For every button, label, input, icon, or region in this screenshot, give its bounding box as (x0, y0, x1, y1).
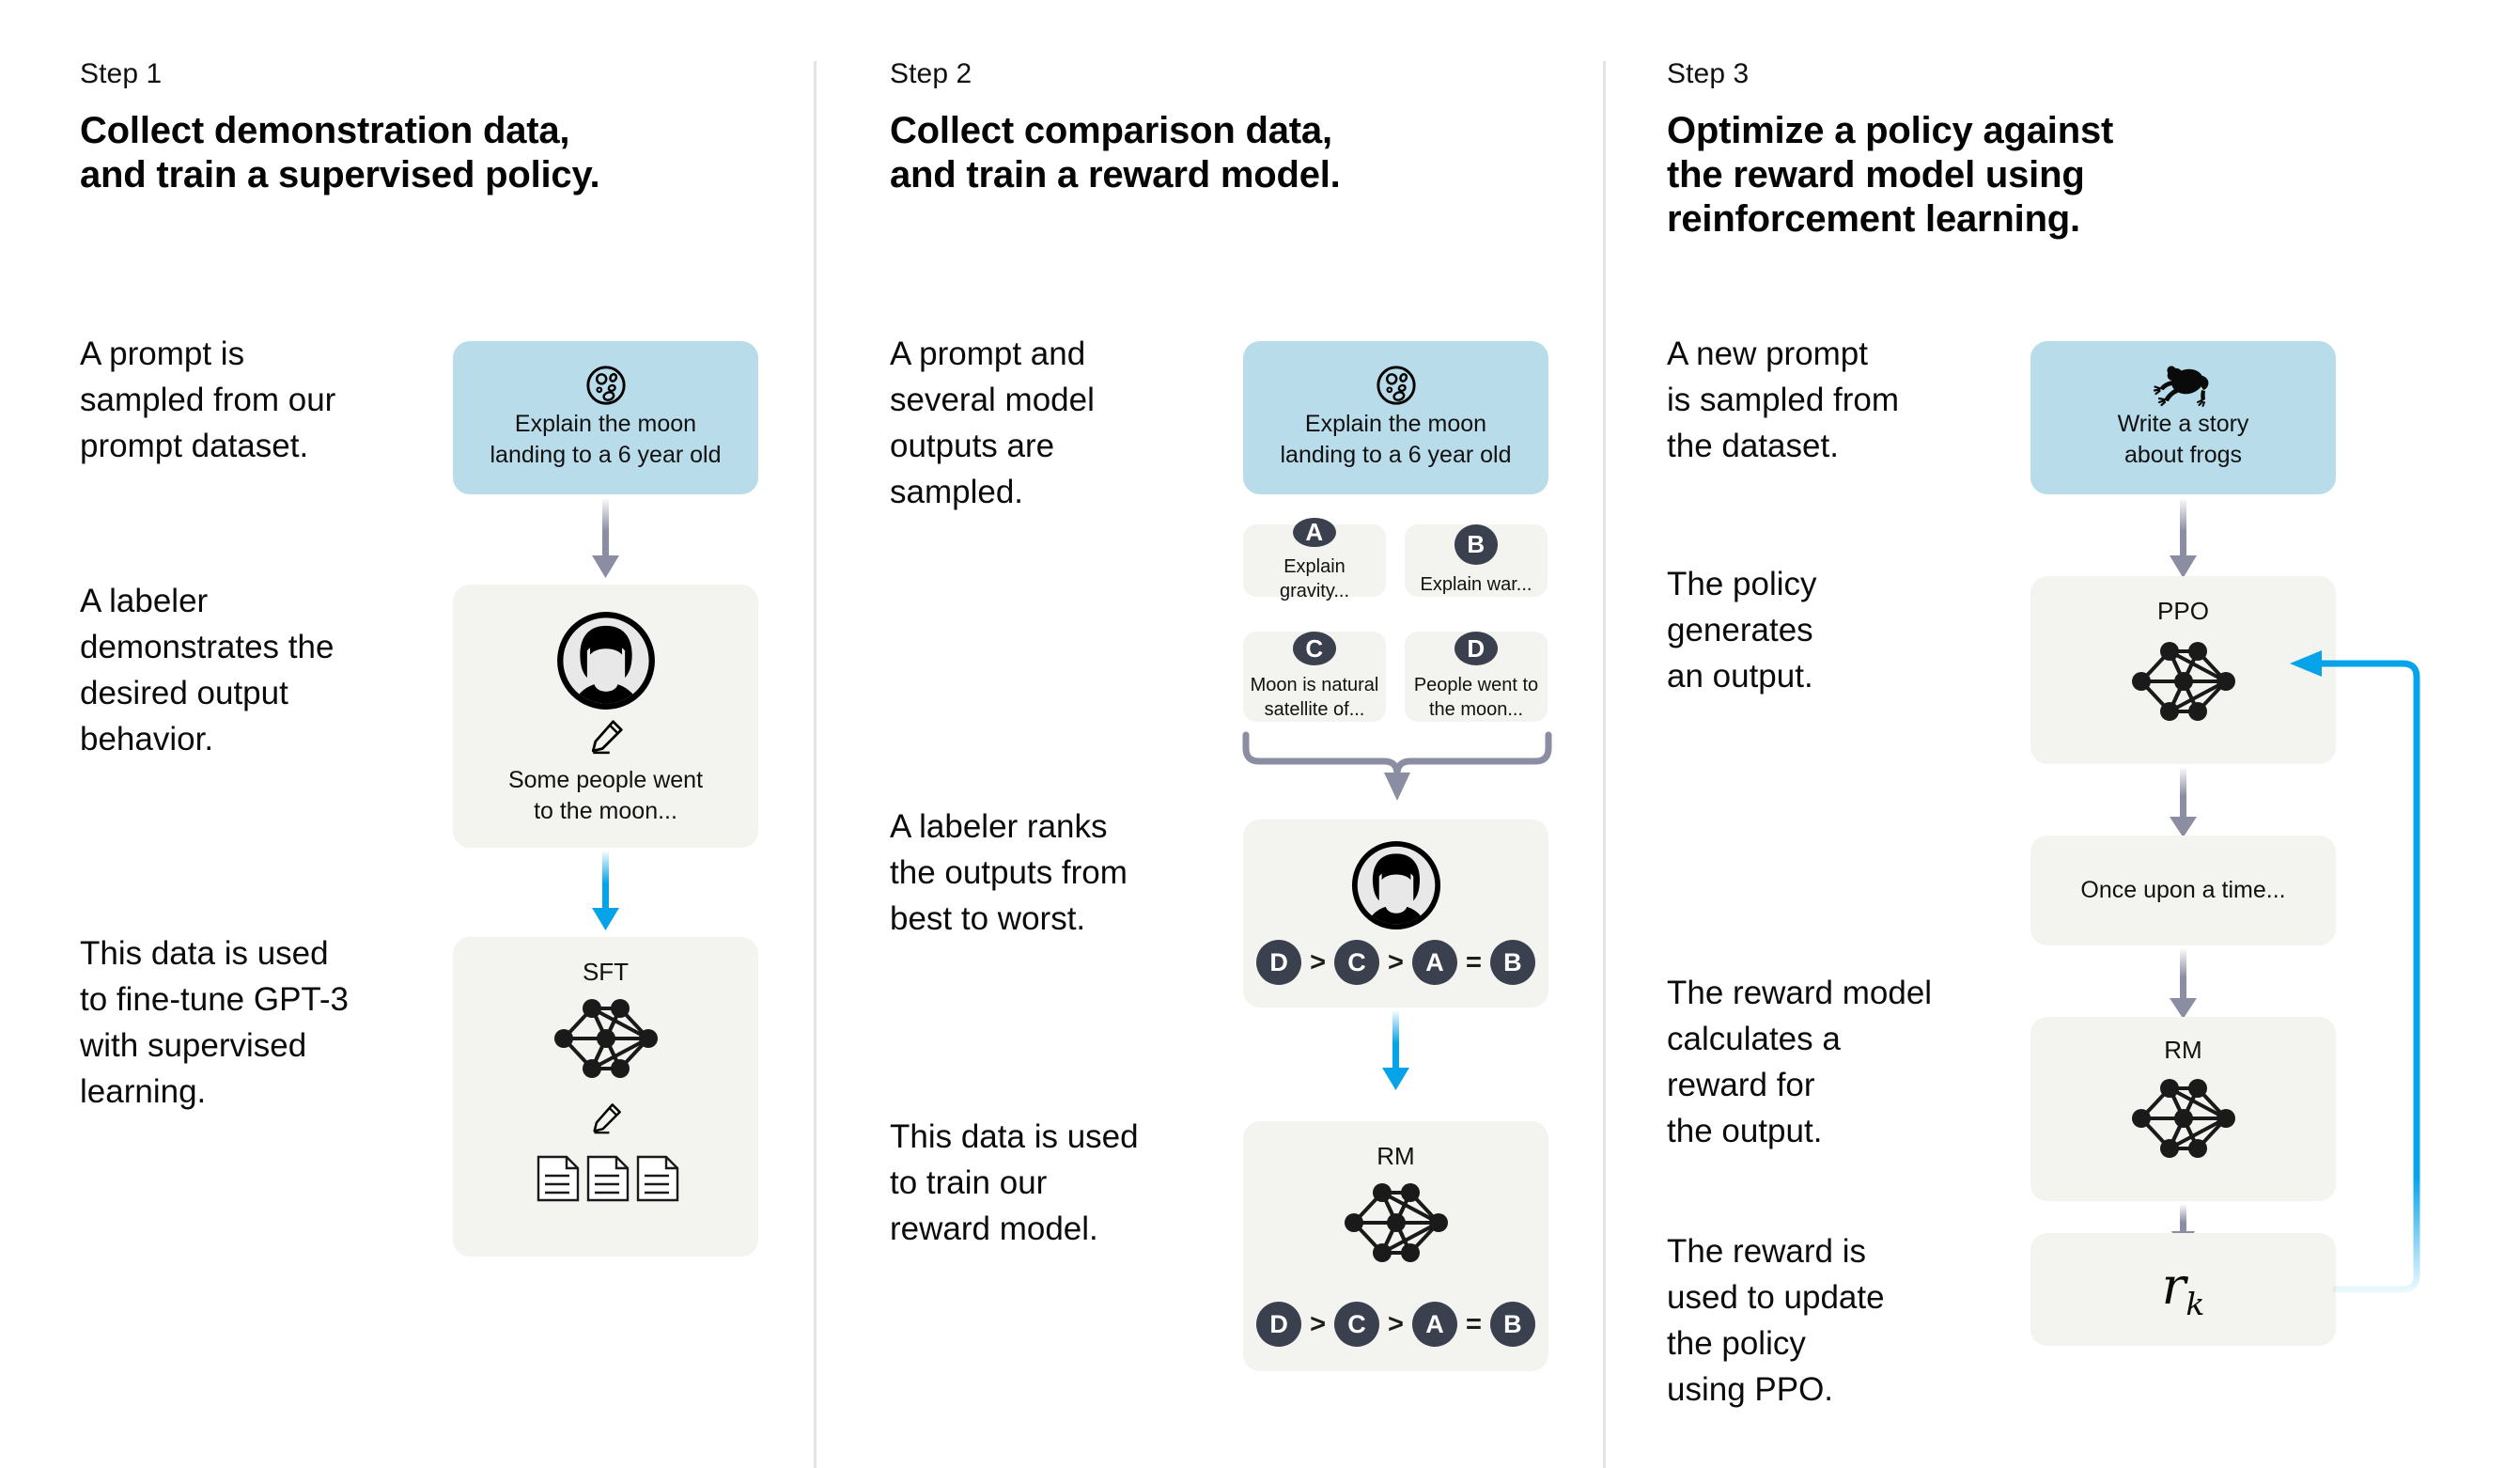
step-2-arrow-blue (1382, 1011, 1409, 1090)
step-1-arrow-2 (592, 851, 619, 930)
step-2-rm-ranking: D > C > A = B (1243, 1302, 1548, 1347)
output-text-a: Explain gravity... (1279, 556, 1350, 601)
output-text-c: Moon is natural satellite of... (1250, 675, 1379, 720)
step-1-arrow-1 (592, 499, 619, 578)
rank-op-2: > (1388, 946, 1404, 977)
step-3-feedback-arrow (2290, 650, 2420, 1293)
output-badge-a: A (1293, 518, 1336, 547)
step-3-paragraph-3: The reward model calculates a reward for… (1667, 975, 1933, 1149)
step-1-title: Collect demonstration data, and train a … (80, 110, 600, 196)
rank-badge-4: B (1489, 940, 1535, 985)
step-3-prompt-card[interactable]: Write a story about frogs (2030, 341, 2336, 494)
step-1-paragraph-3: This data is used to fine-tune GPT-3 wit… (80, 935, 349, 1110)
step-3-paragraph-4: The reward is used to update the policy … (1667, 1233, 1885, 1408)
reward-symbol-subscript: k (2186, 1285, 2205, 1322)
rank-badge-3: A (1411, 940, 1457, 985)
step-1-sft-heading: SFT (582, 958, 630, 986)
step-1-paragraph-2: A labeler demonstrates the desired outpu… (80, 583, 334, 757)
step-3-paragraph-2: The policy generates an output. (1667, 566, 1817, 695)
step-1-labeler-text: Some people went to the moon... (507, 767, 704, 824)
rank-badge-1: D (1256, 940, 1302, 985)
step-2-labeler-card[interactable]: D > C > A = B (1243, 820, 1548, 1007)
step-2-output-card-c[interactable]: C Moon is natural satellite of... (1243, 632, 1386, 722)
rm-rank-badge-1: D (1256, 1302, 1302, 1347)
step-2-merge-arrow (1242, 731, 1552, 801)
neural-network-icon (545, 992, 667, 1085)
step-2-prompt-card[interactable]: Explain the moon landing to a 6 year old (1243, 341, 1548, 494)
step-3-prompt-text: Write a story about frogs (2117, 410, 2249, 468)
rm-rank-badge-3: A (1411, 1302, 1457, 1347)
step-2-column: Step 2 Collect comparison data, and trai… (817, 0, 1603, 1468)
step-1-prompt-text: Explain the moon landing to a 6 year old (490, 410, 722, 468)
step-1-paragraph-1: A prompt is sampled from our prompt data… (80, 336, 336, 464)
step-1-column: Step 1 Collect demonstration data, and t… (0, 0, 814, 1468)
rank-op-1: > (1310, 946, 1327, 977)
step-3-column: Step 3 Optimize a policy against the rew… (1606, 0, 2520, 1468)
step-2-output-card-a[interactable]: A Explain gravity... (1243, 518, 1386, 601)
step-2-paragraph-1: A prompt and several model outputs are s… (890, 336, 1095, 510)
step-2-label: Step 2 (890, 58, 972, 89)
reward-symbol: rk (2162, 1257, 2205, 1322)
step-2-reward-model-card[interactable]: RM D > C > A = B (1243, 1121, 1548, 1371)
step-2-labeler-ranking: D > C > A = B (1243, 940, 1548, 985)
output-badge-c: C (1293, 632, 1336, 665)
pencil-icon (589, 1101, 623, 1135)
rank-badge-2: C (1334, 940, 1380, 985)
neural-network-icon (2123, 1071, 2245, 1165)
step-1-labeler-card[interactable]: Some people went to the moon... (453, 585, 758, 848)
step-3-arrow-3 (2170, 949, 2197, 1019)
frog-icon (2153, 362, 2214, 407)
rlhf-diagram: Step 1 Collect demonstration data, and t… (0, 0, 2520, 1468)
step-3-output-text: Once upon a time... (2080, 877, 2286, 903)
step-2-output-card-d[interactable]: D People went to the moon... (1405, 632, 1548, 722)
moon-icon (584, 364, 628, 407)
rm-rank-op-3: = (1465, 1308, 1482, 1339)
step-3-label: Step 3 (1667, 58, 1750, 89)
step-3-paragraph-1: A new prompt is sampled from the dataset… (1667, 336, 1900, 464)
step-2-output-card-b[interactable]: B Explain war... (1405, 524, 1548, 597)
step-3-arrow-1 (2170, 499, 2197, 578)
rank-op-3: = (1465, 946, 1482, 977)
moon-icon (1375, 364, 1418, 407)
pencil-icon (587, 718, 625, 756)
neural-network-icon (1335, 1176, 1457, 1270)
step-1-sft-card[interactable]: SFT (453, 937, 758, 1257)
labeler-avatar-icon (556, 611, 656, 711)
step-2-paragraph-3: This data is used to train our reward mo… (890, 1118, 1139, 1247)
step-3-ppo-heading: PPO (2157, 597, 2209, 625)
rm-rank-op-2: > (1388, 1308, 1404, 1339)
rm-rank-badge-2: C (1334, 1302, 1380, 1347)
labeler-avatar-icon (1351, 840, 1441, 930)
step-1-prompt-card[interactable]: Explain the moon landing to a 6 year old (453, 341, 758, 494)
step-3-arrow-2 (2170, 768, 2197, 837)
rm-rank-badge-4: B (1489, 1302, 1535, 1347)
neural-network-icon (2123, 634, 2245, 728)
output-text-b: Explain war... (1420, 574, 1532, 595)
output-badge-b: B (1454, 524, 1498, 565)
output-badge-d: D (1454, 632, 1498, 665)
output-text-d: People went to the moon... (1413, 675, 1539, 720)
step-2-prompt-text: Explain the moon landing to a 6 year old (1280, 410, 1512, 468)
step-3-title: Optimize a policy against the reward mod… (1667, 110, 2114, 241)
documents-icon (535, 1153, 678, 1204)
rm-rank-op-1: > (1310, 1308, 1327, 1339)
step-2-rm-heading: RM (1377, 1142, 1415, 1170)
step-2-paragraph-2: A labeler ranks the outputs from best to… (890, 808, 1128, 937)
step-1-label: Step 1 (80, 58, 163, 89)
reward-symbol-base: r (2161, 1257, 2186, 1317)
step-2-title: Collect comparison data, and train a rew… (890, 110, 1341, 196)
